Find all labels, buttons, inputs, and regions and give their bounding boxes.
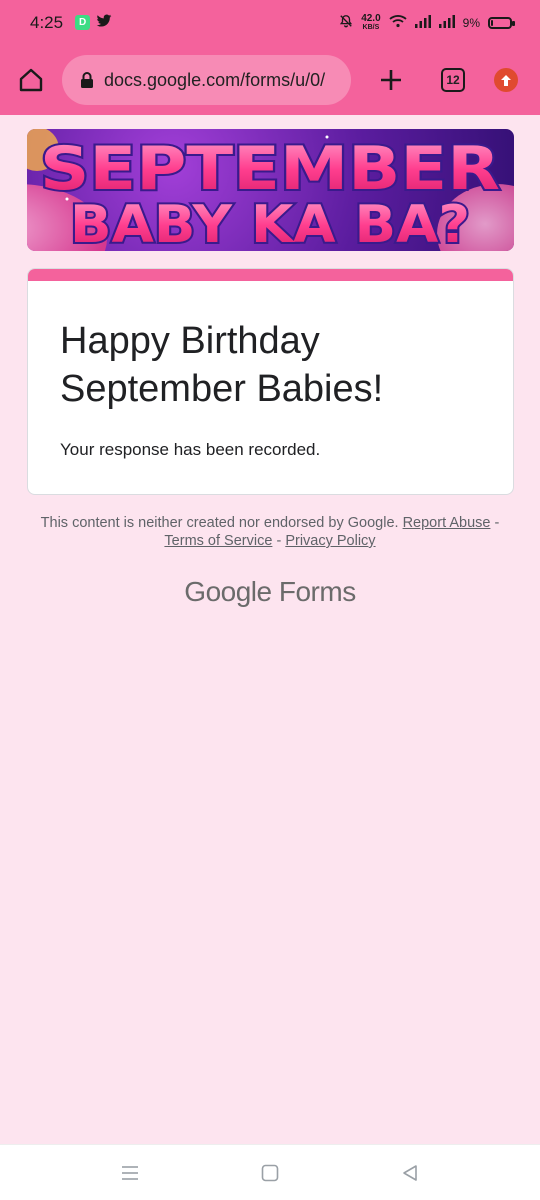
battery-percent: 9% bbox=[462, 15, 480, 30]
form-title: Happy Birthday September Babies! bbox=[60, 320, 384, 410]
status-time: 4:25 bbox=[30, 12, 64, 32]
menu-icon bbox=[122, 1165, 138, 1180]
google-forms-logo[interactable]: Google Forms bbox=[0, 576, 540, 608]
footer-disclaimer: This content is neither created nor endo… bbox=[30, 514, 510, 550]
back-triangle-icon bbox=[403, 1164, 417, 1181]
tab-count: 12 bbox=[441, 68, 465, 92]
update-button[interactable] bbox=[475, 45, 537, 115]
status-bar: 4:25 D 42.0 KB/S 9% bbox=[0, 0, 540, 45]
update-arrow-icon bbox=[494, 68, 518, 92]
url-text: docs.google.com/forms/u/0/ bbox=[104, 69, 326, 90]
home-button[interactable] bbox=[0, 45, 62, 115]
wifi-icon bbox=[389, 14, 407, 31]
twitter-icon bbox=[96, 14, 112, 31]
terms-of-service-link[interactable]: Terms of Service bbox=[164, 533, 272, 549]
tab-switcher-button[interactable]: 12 bbox=[431, 45, 475, 115]
plus-icon bbox=[381, 70, 401, 90]
disclaimer-text: This content is neither created nor endo… bbox=[40, 515, 399, 531]
browser-toolbar: docs.google.com/forms/u/0/ 12 bbox=[0, 45, 540, 115]
report-abuse-link[interactable]: Report Abuse bbox=[403, 515, 491, 531]
banner-line-1: SEPTEMBER bbox=[40, 134, 500, 204]
battery-fill bbox=[491, 19, 493, 26]
lock-icon bbox=[80, 71, 94, 89]
banner-line-2: BABY KA BA? bbox=[70, 195, 470, 251]
card-accent-bar bbox=[28, 269, 513, 281]
separator: - bbox=[494, 515, 500, 531]
home-icon bbox=[19, 68, 43, 92]
back-button[interactable] bbox=[390, 1153, 430, 1193]
form-header-banner: SEPTEMBER BABY KA BA? bbox=[27, 129, 514, 251]
confirmation-card: Happy Birthday September Babies! Your re… bbox=[27, 268, 514, 495]
home-nav-button[interactable] bbox=[250, 1153, 290, 1193]
confirmation-message: Your response has been recorded. bbox=[60, 440, 321, 459]
recents-button[interactable] bbox=[110, 1153, 150, 1193]
system-navigation-bar bbox=[0, 1144, 540, 1200]
mute-icon bbox=[339, 14, 353, 31]
brand-google: Google bbox=[184, 576, 272, 607]
url-bar[interactable]: docs.google.com/forms/u/0/ bbox=[62, 55, 351, 105]
brand-forms: Forms bbox=[278, 576, 356, 607]
battery-icon bbox=[488, 16, 515, 29]
privacy-policy-link[interactable]: Privacy Policy bbox=[285, 533, 375, 549]
app-notification-icon: D bbox=[75, 15, 91, 30]
new-tab-button[interactable] bbox=[351, 45, 431, 115]
signal-icon bbox=[414, 14, 431, 31]
square-icon bbox=[261, 1164, 279, 1181]
separator: - bbox=[276, 533, 282, 549]
network-speed: 42.0 KB/S bbox=[361, 12, 381, 31]
signal-icon-2 bbox=[438, 14, 455, 31]
